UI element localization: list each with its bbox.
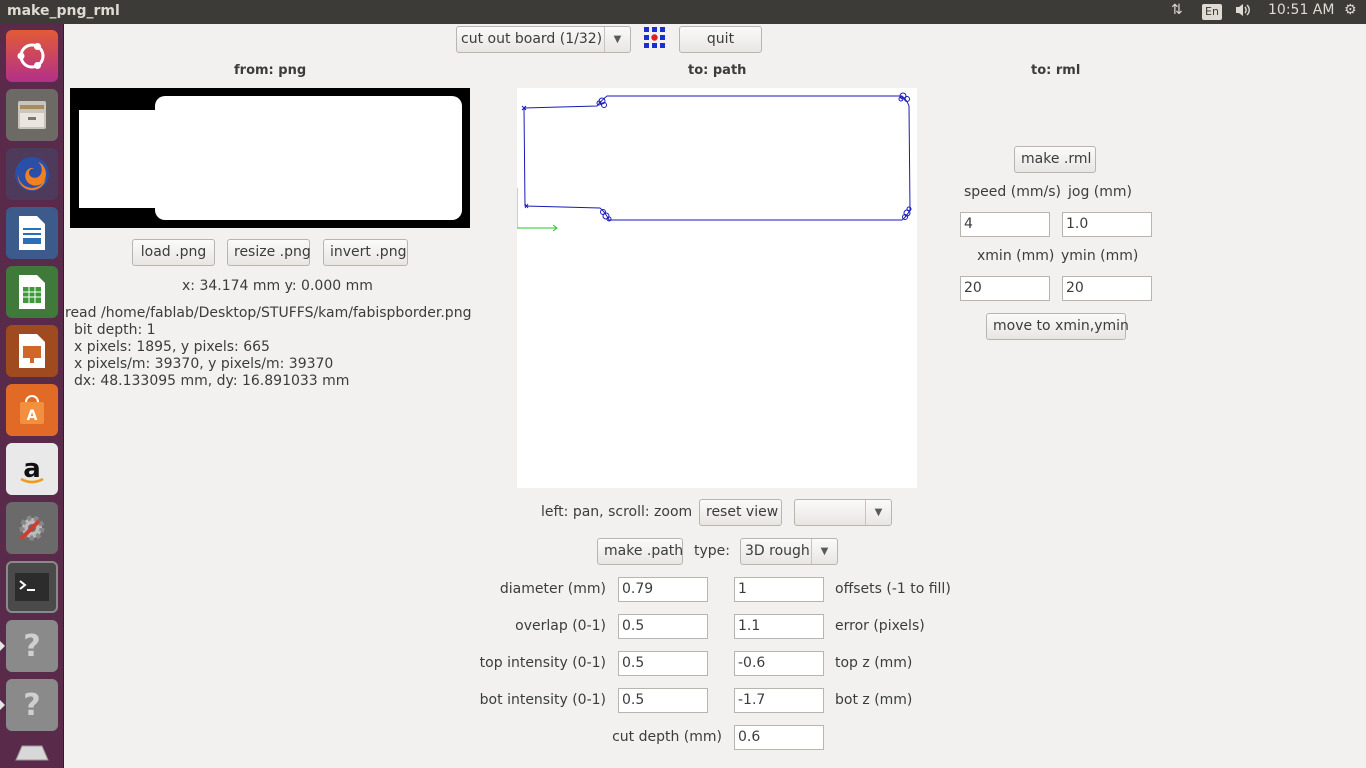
cut-depth-field[interactable]: 0.6 — [734, 725, 824, 750]
make-rml-button[interactable]: make .rml — [1014, 146, 1096, 173]
unknown-app-icon[interactable]: ? — [6, 679, 58, 731]
system-settings-icon[interactable] — [6, 502, 58, 554]
overlap-label: overlap (0-1) — [515, 618, 606, 634]
sound-icon[interactable] — [1234, 2, 1252, 22]
svg-text:a: a — [23, 454, 41, 484]
terminal-icon[interactable] — [6, 561, 58, 613]
process-select-value: cut out board (1/32) — [461, 31, 603, 47]
cut-depth-label: cut depth (mm) — [612, 729, 722, 745]
keyboard-layout-indicator[interactable]: En — [1202, 4, 1222, 20]
clock[interactable]: 10:51 AM — [1268, 2, 1334, 18]
top-panel: make_png_rml ⇅ En 10:51 AM ⚙ — [0, 0, 1366, 24]
view-select[interactable]: ▼ — [794, 499, 892, 526]
invert-png-button[interactable]: invert .png — [323, 239, 408, 266]
gear-icon[interactable]: ⚙ — [1344, 2, 1357, 18]
error-field[interactable]: 1.1 — [734, 614, 824, 639]
unknown-app-icon[interactable]: ? — [6, 620, 58, 672]
ubuntu-dash-icon[interactable] — [6, 30, 58, 82]
path-canvas[interactable] — [516, 88, 917, 488]
chevron-down-icon: ▼ — [865, 500, 891, 525]
path-type-select[interactable]: 3D rough ▼ — [740, 538, 838, 565]
bot-intensity-field[interactable]: 0.5 — [618, 688, 708, 713]
svg-text:A: A — [27, 408, 38, 424]
xmin-field[interactable]: 20 — [960, 276, 1050, 301]
running-indicator — [0, 700, 5, 710]
diameter-label: diameter (mm) — [499, 581, 606, 597]
png-info-line: read /home/fablab/Desktop/STUFFS/kam/fab… — [65, 305, 472, 321]
amazon-icon[interactable]: a — [6, 443, 58, 495]
bot-intensity-label: bot intensity (0-1) — [479, 692, 606, 708]
files-icon[interactable] — [6, 89, 58, 141]
ubuntu-software-icon[interactable]: A — [6, 384, 58, 436]
resize-png-button[interactable]: resize .png — [227, 239, 311, 266]
view-hint: left: pan, scroll: zoom — [541, 504, 693, 520]
jog-field[interactable]: 1.0 — [1062, 212, 1152, 237]
overlap-field[interactable]: 0.5 — [618, 614, 708, 639]
jog-label: jog (mm) — [1068, 184, 1132, 200]
running-indicator — [0, 641, 5, 651]
top-intensity-field[interactable]: 0.5 — [618, 651, 708, 676]
png-info-line: x pixels/m: 39370, y pixels/m: 39370 — [74, 356, 334, 372]
top-intensity-label: top intensity (0-1) — [479, 655, 606, 671]
libreoffice-writer-icon[interactable] — [6, 207, 58, 259]
xmin-label: xmin (mm) — [977, 248, 1055, 264]
application-window: cut out board (1/32) ▼ quit from: png to… — [65, 24, 1366, 768]
from-png-header: from: png — [234, 63, 307, 78]
window-title: make_png_rml — [7, 3, 120, 19]
launcher: A a ? ? — [0, 24, 64, 768]
make-path-button[interactable]: make .path — [597, 538, 683, 565]
png-board-shape — [155, 96, 462, 220]
speed-field[interactable]: 4 — [960, 212, 1050, 237]
bot-z-field[interactable]: -1.7 — [734, 688, 824, 713]
top-z-label: top z (mm) — [835, 655, 913, 671]
png-info-line: dx: 48.133095 mm, dy: 16.891033 mm — [74, 373, 350, 389]
to-rml-header: to: rml — [1031, 63, 1081, 78]
app-logo-icon — [643, 26, 667, 50]
diameter-field[interactable]: 0.79 — [618, 577, 708, 602]
cursor-coordinates: x: 34.174 mm y: 0.000 mm — [182, 278, 373, 294]
speed-label: speed (mm/s) — [964, 184, 1061, 200]
process-select[interactable]: cut out board (1/32) ▼ — [456, 26, 631, 53]
offsets-field[interactable]: 1 — [734, 577, 824, 602]
quit-button[interactable]: quit — [679, 26, 762, 53]
png-preview — [70, 88, 470, 228]
toolpath-drawing — [516, 92, 912, 232]
ymin-label: ymin (mm) — [1061, 248, 1139, 264]
libreoffice-calc-icon[interactable] — [6, 266, 58, 318]
top-z-field[interactable]: -0.6 — [734, 651, 824, 676]
usb-drive-icon[interactable] — [6, 738, 58, 766]
error-label: error (pixels) — [835, 618, 925, 634]
chevron-down-icon: ▼ — [811, 539, 837, 564]
network-icon[interactable]: ⇅ — [1171, 2, 1183, 18]
path-type-value: 3D rough — [745, 543, 810, 559]
png-info-line: x pixels: 1895, y pixels: 665 — [74, 339, 270, 355]
type-label: type: — [694, 543, 730, 559]
load-png-button[interactable]: load .png — [132, 239, 215, 266]
to-path-header: to: path — [688, 63, 747, 78]
offsets-label: offsets (-1 to fill) — [835, 581, 951, 597]
move-to-xmin-ymin-button[interactable]: move to xmin,ymin — [986, 313, 1129, 340]
firefox-icon[interactable] — [6, 148, 58, 200]
chevron-down-icon: ▼ — [604, 27, 630, 52]
libreoffice-impress-icon[interactable] — [6, 325, 58, 377]
reset-view-button[interactable]: reset view — [699, 499, 782, 526]
bot-z-label: bot z (mm) — [835, 692, 913, 708]
png-info-line: bit depth: 1 — [74, 322, 156, 338]
ymin-field[interactable]: 20 — [1062, 276, 1152, 301]
